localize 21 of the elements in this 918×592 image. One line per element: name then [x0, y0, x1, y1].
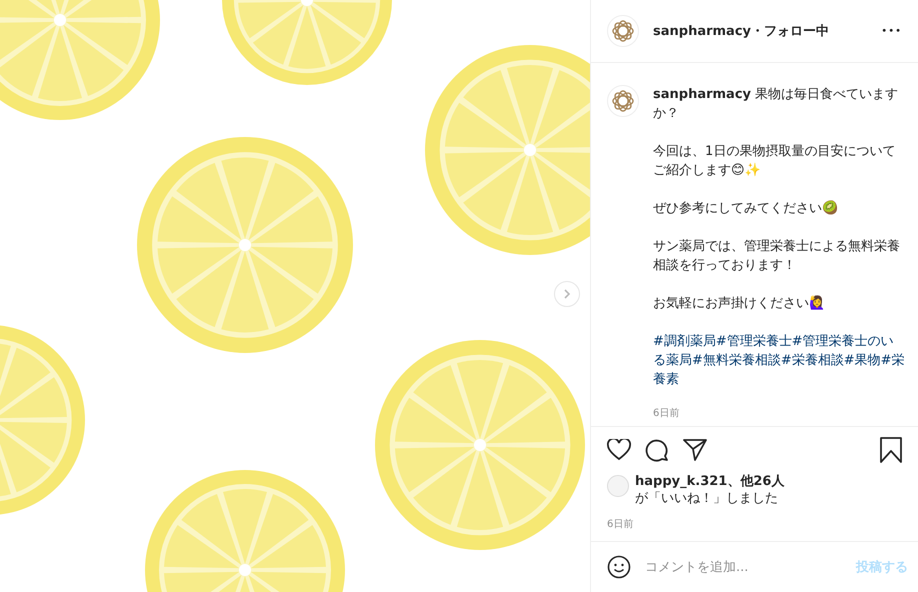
- liked-by-users[interactable]: happy_k.321、他26人: [635, 473, 784, 490]
- share-button[interactable]: [683, 438, 707, 462]
- likes-text: が「いいね！」しました: [635, 490, 779, 507]
- liker-avatar: [607, 475, 629, 497]
- caption-text: 今回は、1日の果物摂取量の目安についてご紹介します😊✨: [653, 143, 896, 180]
- bookmark-button[interactable]: [880, 437, 902, 463]
- hashtag-links[interactable]: #調剤薬局#管理栄養士#管理栄養士のいる薬局#無料栄養相談#栄養相談#果物#栄養素: [653, 332, 905, 389]
- caption-text: お気軽にお声掛けください🙋‍♀: [653, 294, 826, 313]
- like-button[interactable]: [607, 439, 631, 461]
- account-name[interactable]: sanpharmacy・フォロー中: [653, 22, 868, 40]
- more-options-button[interactable]: •••: [881, 26, 902, 36]
- caption-text: サン薬局では、管理栄養士による無料栄養相談を行っております！: [653, 238, 901, 275]
- comment-button[interactable]: [645, 438, 669, 462]
- post-time: 6日前: [591, 507, 918, 542]
- chevron-right-icon: [563, 289, 571, 299]
- emoji-icon[interactable]: [607, 555, 631, 579]
- avatar-icon[interactable]: [607, 85, 639, 117]
- avatar-icon[interactable]: [607, 15, 639, 47]
- caption-text: ぜひ参考にしてみてください🥝: [653, 199, 839, 218]
- caption-text: sanpharmacy 果物は毎日食べていますか？: [653, 86, 900, 123]
- post-time: 6日前: [653, 407, 680, 420]
